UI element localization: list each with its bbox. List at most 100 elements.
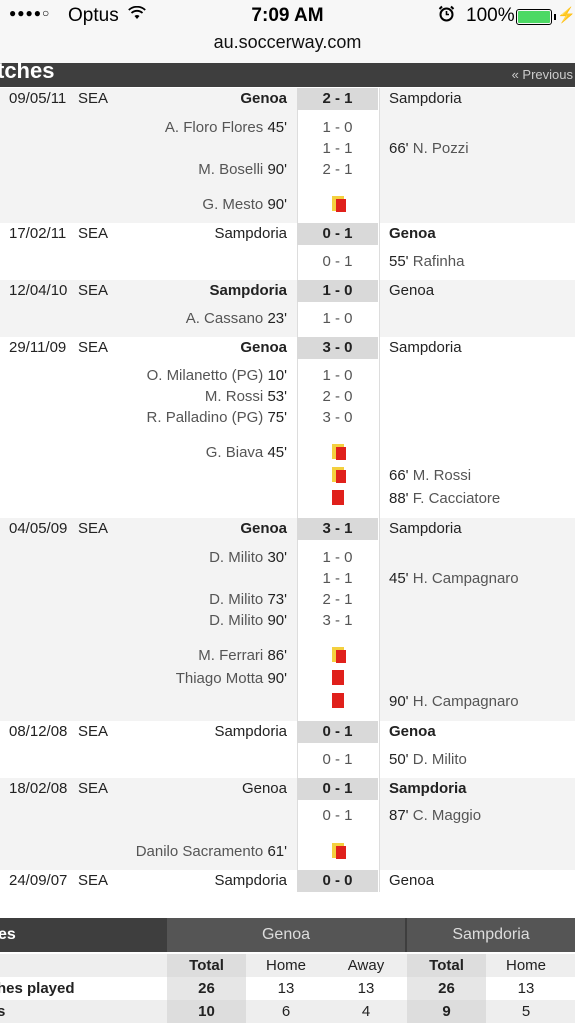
- card-cell: [297, 443, 378, 463]
- home-player-event: G. Mesto 90': [202, 195, 287, 215]
- away-team[interactable]: Genoa: [389, 280, 434, 302]
- away-team[interactable]: Sampdoria: [389, 337, 462, 359]
- match-row[interactable]: 24/09/07 SEA Sampdoria 0 - 0 Genoa: [0, 870, 575, 892]
- match-row[interactable]: 08/12/08 SEA Sampdoria 0 - 1 Genoa 0 - 1 50' D…: [0, 721, 575, 778]
- stats-value: 13: [517, 980, 535, 997]
- match-row[interactable]: 09/05/11 SEA Genoa 2 - 1 Sampdoria A. Floro F…: [0, 88, 575, 223]
- competition[interactable]: SEA: [78, 778, 108, 800]
- player-name[interactable]: R. Palladino (PG): [147, 409, 264, 426]
- competition[interactable]: SEA: [78, 870, 108, 892]
- card-cell: [297, 466, 378, 486]
- event-minute: 66': [389, 467, 409, 484]
- competition[interactable]: SEA: [78, 88, 108, 110]
- away-team[interactable]: Sampdoria: [389, 518, 462, 540]
- player-name[interactable]: H. Campagnaro: [413, 570, 519, 587]
- match-score[interactable]: 0 - 1: [297, 223, 378, 245]
- player-name[interactable]: Thiago Motta: [176, 670, 264, 687]
- stats-row-label: s: [0, 1003, 6, 1020]
- match-row[interactable]: 18/02/08 SEA Genoa 0 - 1 Sampdoria 0 - 1 87' C…: [0, 778, 575, 870]
- away-team[interactable]: Genoa: [389, 870, 434, 892]
- away-team[interactable]: Genoa: [389, 223, 436, 245]
- running-score: 2 - 1: [322, 591, 353, 608]
- match-score[interactable]: 0 - 0: [297, 870, 378, 892]
- yellow-red-card-icon: [331, 647, 346, 664]
- player-name[interactable]: Danilo Sacramento: [136, 843, 264, 860]
- match-date: 08/12/08: [9, 723, 68, 740]
- player-name[interactable]: M. Ferrari: [198, 647, 263, 664]
- goal-event: 0 - 1 87' C. Maggio: [0, 806, 575, 826]
- away-player-event: 50' D. Milito: [389, 750, 467, 770]
- home-team[interactable]: Genoa: [240, 337, 287, 359]
- match-score[interactable]: 0 - 1: [297, 721, 378, 743]
- goal-event: A. Cassano 23' 1 - 0: [0, 309, 575, 329]
- match-score[interactable]: 3 - 1: [297, 518, 378, 540]
- stats-team1-header: Genoa: [167, 918, 405, 952]
- player-name[interactable]: M. Rossi: [205, 388, 263, 405]
- player-name[interactable]: H. Campagnaro: [413, 693, 519, 710]
- red-card-icon: [331, 490, 344, 506]
- player-name[interactable]: N. Pozzi: [413, 140, 469, 157]
- competition[interactable]: SEA: [78, 280, 108, 302]
- home-team[interactable]: Genoa: [240, 88, 287, 110]
- running-score: 0 - 1: [322, 807, 353, 824]
- card-event: 90' H. Campagnaro: [0, 692, 575, 712]
- player-name[interactable]: D. Milito: [413, 751, 467, 768]
- home-player-event: R. Palladino (PG) 75': [147, 408, 287, 428]
- card-cell: [297, 669, 378, 689]
- away-team[interactable]: Sampdoria: [389, 88, 462, 110]
- away-team[interactable]: Genoa: [389, 721, 436, 743]
- running-score: 1 - 0: [322, 549, 353, 566]
- match-date: 12/04/10: [9, 282, 68, 299]
- card-event: 66' M. Rossi: [0, 466, 575, 486]
- match-score[interactable]: 3 - 0: [297, 337, 378, 359]
- home-player-event: G. Biava 45': [206, 443, 287, 463]
- running-score: 3 - 1: [322, 612, 353, 629]
- home-player-event: Danilo Sacramento 61': [136, 842, 287, 862]
- player-name[interactable]: D. Milito: [209, 549, 263, 566]
- red-card-icon: [331, 670, 344, 686]
- competition[interactable]: SEA: [78, 223, 108, 245]
- competition[interactable]: SEA: [78, 518, 108, 540]
- competition[interactable]: SEA: [78, 337, 108, 359]
- home-team[interactable]: Genoa: [240, 518, 287, 540]
- player-name[interactable]: A. Floro Flores: [165, 119, 263, 136]
- head-to-head-stats-table: es Genoa Sampdoria Total Home Away Total…: [0, 918, 575, 1024]
- card-event: G. Mesto 90': [0, 195, 575, 215]
- player-name[interactable]: D. Milito: [209, 612, 263, 629]
- player-name[interactable]: C. Maggio: [413, 807, 481, 824]
- goal-event: M. Boselli 90' 2 - 1: [0, 160, 575, 180]
- event-minute: 53': [267, 388, 287, 405]
- match-score[interactable]: 1 - 0: [297, 280, 378, 302]
- event-minute: 45': [389, 570, 409, 587]
- player-name[interactable]: D. Milito: [209, 591, 263, 608]
- card-cell: [297, 489, 378, 509]
- address-bar-url[interactable]: au.soccerway.com: [0, 32, 575, 53]
- away-player-event: 66' M. Rossi: [389, 466, 471, 486]
- stats-value: 26: [167, 977, 246, 1000]
- away-team[interactable]: Sampdoria: [389, 778, 467, 800]
- match-row[interactable]: 29/11/09 SEA Genoa 3 - 0 Sampdoria O. Milanet…: [0, 337, 575, 518]
- card-event: M. Ferrari 86': [0, 646, 575, 666]
- player-name[interactable]: Rafinha: [413, 253, 465, 270]
- match-row[interactable]: 12/04/10 SEA Sampdoria 1 - 0 Genoa A. Cassano…: [0, 280, 575, 337]
- player-name[interactable]: G. Biava: [206, 444, 264, 461]
- home-team[interactable]: Sampdoria: [214, 721, 287, 743]
- card-cell: [297, 195, 378, 215]
- match-row[interactable]: 17/02/11 SEA Sampdoria 0 - 1 Genoa 0 - 1 55' R…: [0, 223, 575, 280]
- match-row[interactable]: 04/05/09 SEA Genoa 3 - 1 Sampdoria D. Milito …: [0, 518, 575, 721]
- player-name[interactable]: O. Milanetto (PG): [147, 367, 264, 384]
- match-score[interactable]: 0 - 1: [297, 778, 378, 800]
- home-team[interactable]: Sampdoria: [209, 280, 287, 302]
- player-name[interactable]: A. Cassano: [186, 310, 264, 327]
- player-name[interactable]: M. Rossi: [413, 467, 471, 484]
- player-name[interactable]: G. Mesto: [202, 196, 263, 213]
- stats-value: 4: [361, 1003, 371, 1020]
- home-team[interactable]: Sampdoria: [214, 870, 287, 892]
- match-score[interactable]: 2 - 1: [297, 88, 378, 110]
- player-name[interactable]: F. Cacciatore: [413, 490, 501, 507]
- home-team[interactable]: Sampdoria: [214, 223, 287, 245]
- competition[interactable]: SEA: [78, 721, 108, 743]
- home-team[interactable]: Genoa: [242, 778, 287, 800]
- previous-link[interactable]: « Previous: [512, 67, 573, 82]
- player-name[interactable]: M. Boselli: [198, 161, 263, 178]
